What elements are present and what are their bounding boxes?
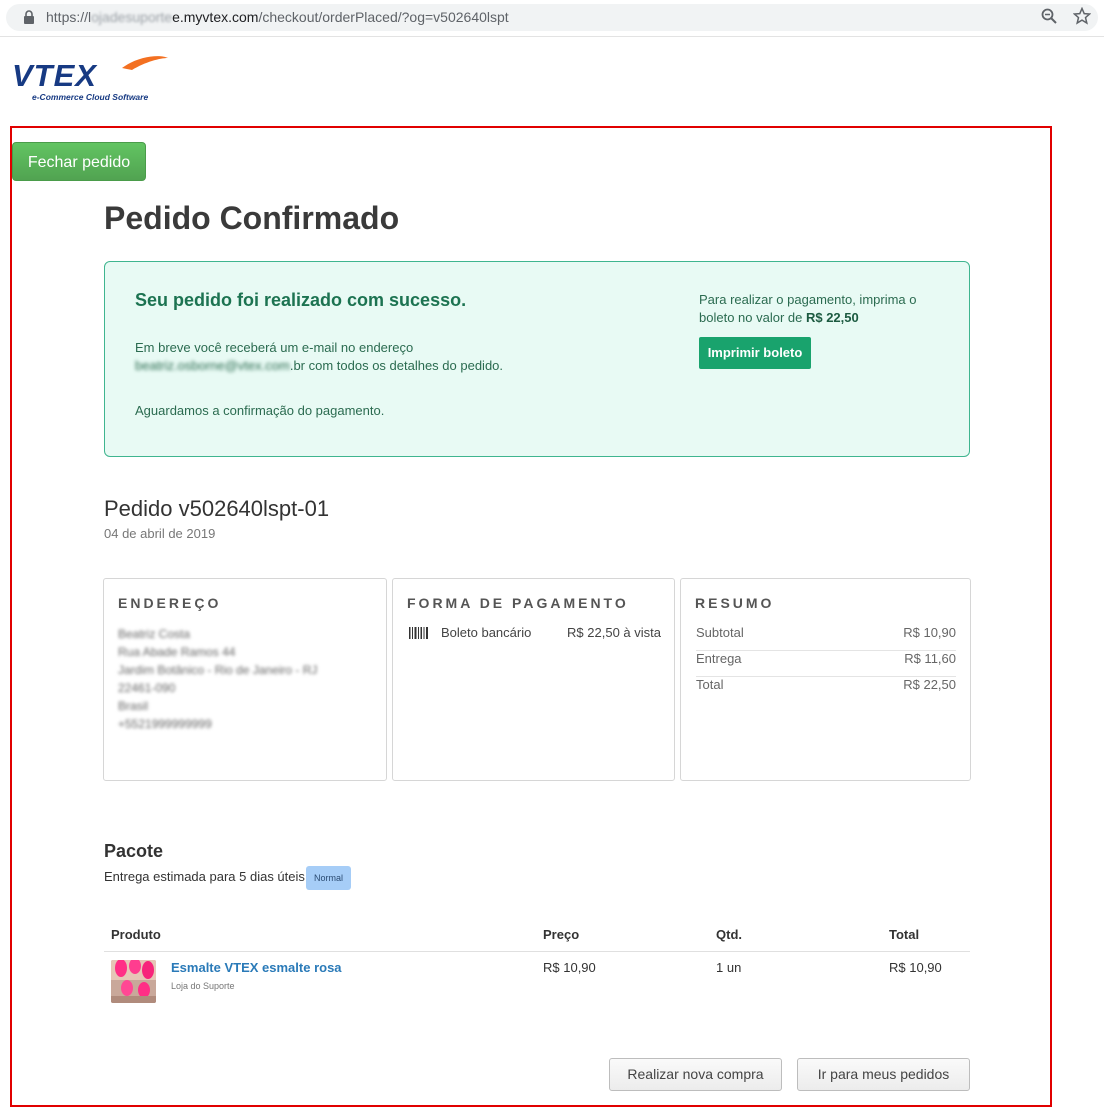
order-id: Pedido v502640lspt-01: [104, 496, 330, 521]
email-notice: Em breve você receberá um e-mail no ende…: [135, 340, 504, 373]
product-qty: 1 un: [716, 960, 742, 975]
address-line: Jardim Botânico - Rio de Janeiro - RJ: [118, 663, 318, 677]
column-header-price: Preço: [543, 927, 580, 942]
address-line: Rua Abade Ramos 44: [118, 645, 236, 659]
summary-row-subtotal: Subtotal R$ 10,90: [696, 625, 956, 651]
product-thumbnail[interactable]: [111, 960, 156, 1003]
column-header-total: Total: [889, 927, 920, 942]
summary-value: R$ 22,50: [903, 677, 956, 692]
product-seller: Loja do Suporte: [171, 981, 235, 991]
browser-address-bar: https://lojadesuportee.myvtex.com/checko…: [0, 0, 1104, 37]
summary-card: RESUMO Subtotal R$ 10,90 Entrega R$ 11,6…: [680, 578, 971, 781]
product-link[interactable]: Esmalte VTEX esmalte rosa: [171, 960, 342, 975]
url-field[interactable]: https://lojadesuportee.myvtex.com/checko…: [6, 4, 1098, 31]
shipping-type-badge: Normal: [306, 866, 351, 890]
summary-value: R$ 11,60: [904, 651, 956, 666]
success-panel: Seu pedido foi realizado com sucesso. Em…: [104, 261, 970, 457]
package-title: Pacote: [104, 841, 164, 861]
bookmark-star-icon[interactable]: [1073, 7, 1091, 25]
print-boleto-button[interactable]: Imprimir boleto: [699, 337, 811, 369]
product-total: R$ 10,90: [889, 960, 942, 975]
payment-instructions: Para realizar o pagamento, imprima o bol…: [699, 292, 917, 325]
summary-label: Total: [696, 677, 724, 692]
summary-title: RESUMO: [695, 595, 775, 611]
address-lines: Beatriz Costa Rua Abade Ramos 44 Jardim …: [118, 625, 317, 733]
boleto-amount: R$ 22,50: [805, 310, 859, 325]
logo-wordmark: VTEX: [12, 58, 98, 93]
page-title: Pedido Confirmado: [104, 200, 400, 236]
payment-title: FORMA DE PAGAMENTO: [407, 595, 629, 611]
table-divider: [104, 951, 970, 952]
lock-icon: [24, 10, 34, 24]
column-header-qty: Qtd.: [716, 927, 742, 942]
success-heading: Seu pedido foi realizado com sucesso.: [135, 290, 467, 310]
payment-card: FORMA DE PAGAMENTO Boleto bancário R$ 22…: [392, 578, 675, 781]
new-purchase-button[interactable]: Realizar nova compra: [609, 1058, 782, 1091]
address-title: ENDEREÇO: [118, 595, 222, 611]
logo-tagline: e-Commerce Cloud Software: [32, 92, 148, 102]
delivery-estimate: Entrega estimada para 5 dias úteis: [104, 869, 305, 884]
summary-row-shipping: Entrega R$ 11,60: [696, 651, 956, 677]
close-order-button[interactable]: Fechar pedido: [12, 142, 146, 181]
payment-method: Boleto bancário: [441, 625, 532, 640]
product-price: R$ 10,90: [543, 960, 596, 975]
summary-row-total: Total R$ 22,50: [696, 677, 956, 703]
summary-value: R$ 10,90: [903, 625, 956, 640]
awaiting-payment-text: Aguardamos a confirmação do pagamento.: [135, 403, 385, 418]
my-orders-button[interactable]: Ir para meus pedidos: [797, 1058, 970, 1091]
payment-amount: R$ 22,50 à vista: [567, 625, 661, 640]
url-text: https://lojadesuportee.myvtex.com/checko…: [46, 9, 509, 25]
address-line: 22461-090: [118, 681, 176, 695]
address-card: ENDEREÇO Beatriz Costa Rua Abade Ramos 4…: [103, 578, 387, 781]
zoom-icon[interactable]: [1040, 7, 1058, 25]
summary-label: Entrega: [696, 651, 742, 666]
vtex-logo[interactable]: VTEX e-Commerce Cloud Software: [10, 52, 180, 104]
address-line: Beatriz Costa: [118, 627, 191, 641]
column-header-product: Produto: [111, 927, 161, 942]
summary-label: Subtotal: [696, 625, 744, 640]
barcode-icon: [409, 627, 428, 639]
address-line: +5521999999999: [118, 717, 212, 731]
order-date: 04 de abril de 2019: [104, 526, 216, 541]
email-address: beatriz.osborne@vtex.com: [135, 358, 290, 373]
address-line: Brasil: [118, 699, 149, 713]
